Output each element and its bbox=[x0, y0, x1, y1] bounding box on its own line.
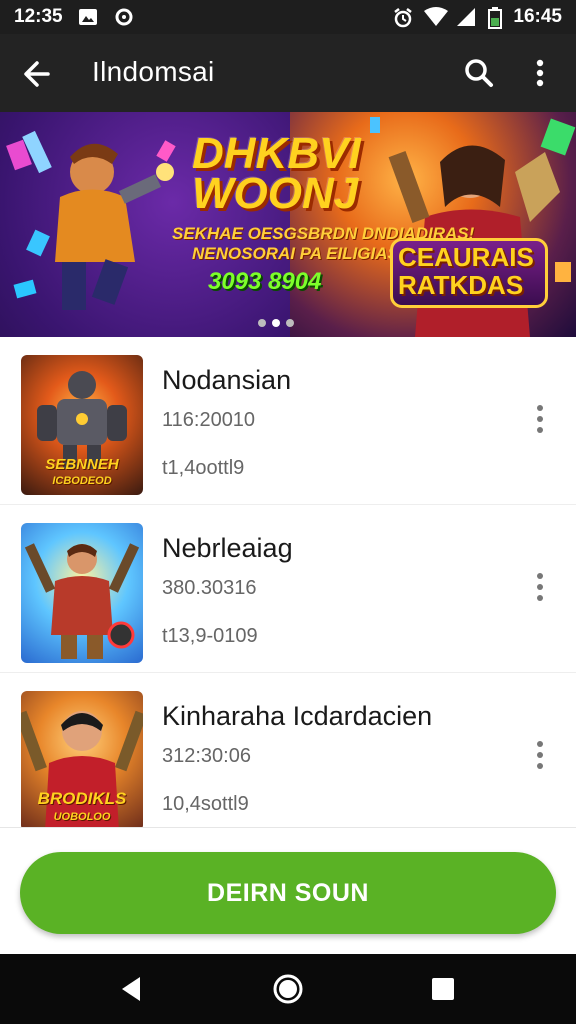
badge-line1: CEAURAIS bbox=[398, 242, 534, 272]
item-title: Nebrleaiag bbox=[162, 533, 293, 563]
item-meta-2: 10,4sottl9 bbox=[162, 793, 249, 815]
circle-notification-icon bbox=[114, 7, 134, 32]
item-meta-1: 116:20010 bbox=[162, 409, 256, 431]
item-thumbnail: BRODIKLS UOBOLOO bbox=[21, 691, 143, 827]
nav-recents-icon bbox=[432, 978, 454, 1000]
banner-price: 3093 8904 bbox=[208, 268, 322, 295]
item-meta-2: t1,4oottl9 bbox=[162, 457, 245, 479]
carousel-dot[interactable] bbox=[286, 319, 294, 327]
thumb-title: SEBNNEH bbox=[45, 456, 119, 473]
more-vert-icon bbox=[537, 741, 543, 769]
wifi-icon bbox=[424, 7, 448, 32]
banner-heading: DHKBVI WOONJ bbox=[192, 129, 402, 218]
thumb-title: BRODIKLS bbox=[37, 789, 127, 808]
more-vert-icon bbox=[537, 573, 543, 601]
nav-recents-button[interactable] bbox=[430, 976, 456, 1007]
more-vert-icon bbox=[537, 405, 543, 433]
primary-action-button[interactable]: DEIRN SOUN bbox=[20, 852, 556, 934]
search-button[interactable] bbox=[460, 54, 498, 92]
more-vert-icon bbox=[536, 59, 544, 87]
badge-line2: RATKDAS bbox=[398, 270, 524, 300]
item-thumbnail: SEBNNEH ICBODEOD bbox=[21, 355, 143, 495]
banner-heading-line2: WOONJ bbox=[192, 169, 359, 218]
list-item[interactable]: BRODIKLS UOBOLOO Kinharaha Icdardacien 3… bbox=[0, 673, 576, 827]
item-more-button[interactable] bbox=[530, 403, 550, 435]
status-time-right: 16:45 bbox=[513, 6, 562, 27]
item-meta-1: 380.30316 bbox=[162, 577, 257, 599]
item-meta-2: t13,9-0109 bbox=[162, 625, 258, 647]
nav-home-icon bbox=[273, 974, 303, 1004]
status-time: 12:35 bbox=[14, 6, 63, 27]
back-button[interactable] bbox=[18, 54, 58, 94]
item-meta-1: 312:30:06 bbox=[162, 745, 251, 767]
system-nav-bar bbox=[0, 954, 576, 1024]
nav-back-icon bbox=[122, 977, 140, 1001]
bottom-action-area: DEIRN SOUN bbox=[0, 827, 576, 954]
promo-banner[interactable]: DHKBVI WOONJ SEKHAE OESGSBRDN DNDIADIRAS… bbox=[0, 112, 576, 337]
app-bar: Ilndomsai bbox=[0, 34, 576, 112]
search-icon bbox=[465, 59, 493, 87]
battery-icon bbox=[488, 7, 502, 34]
item-list: SEBNNEH ICBODEOD Nodansian 116:20010 t1,… bbox=[0, 337, 576, 827]
warrior-artwork bbox=[24, 543, 140, 659]
alarm-icon bbox=[392, 7, 414, 34]
nav-back-button[interactable] bbox=[118, 974, 144, 1009]
image-notification-icon bbox=[78, 7, 98, 32]
carousel-indicator bbox=[258, 314, 300, 332]
list-item[interactable]: Nebrleaiag 380.30316 t13,9-0109 bbox=[0, 505, 576, 673]
item-title: Kinharaha Icdardacien bbox=[162, 701, 433, 731]
item-more-button[interactable] bbox=[530, 571, 550, 603]
back-arrow-icon bbox=[24, 61, 50, 87]
thumb-subtitle: ICBODEOD bbox=[52, 475, 112, 487]
banner-heading-line1: DHKBVI bbox=[192, 129, 361, 178]
overflow-menu-button[interactable] bbox=[524, 54, 556, 92]
list-item[interactable]: SEBNNEH ICBODEOD Nodansian 116:20010 t1,… bbox=[0, 337, 576, 505]
item-title: Nodansian bbox=[162, 365, 292, 395]
carousel-dot-active[interactable] bbox=[272, 319, 280, 327]
item-thumbnail bbox=[21, 523, 143, 663]
signal-icon bbox=[456, 7, 476, 32]
item-more-button[interactable] bbox=[530, 739, 550, 771]
nav-home-button[interactable] bbox=[270, 971, 306, 1012]
banner-subtitle-2: NENOSORAI PA EILIGIAS bbox=[192, 244, 399, 263]
thumb-subtitle: UOBOLOO bbox=[53, 811, 111, 823]
carousel-dot[interactable] bbox=[258, 319, 266, 327]
robot-artwork bbox=[37, 371, 127, 469]
page-title: Ilndomsai bbox=[92, 56, 215, 87]
status-bar: 12:35 16:45 bbox=[0, 0, 576, 34]
